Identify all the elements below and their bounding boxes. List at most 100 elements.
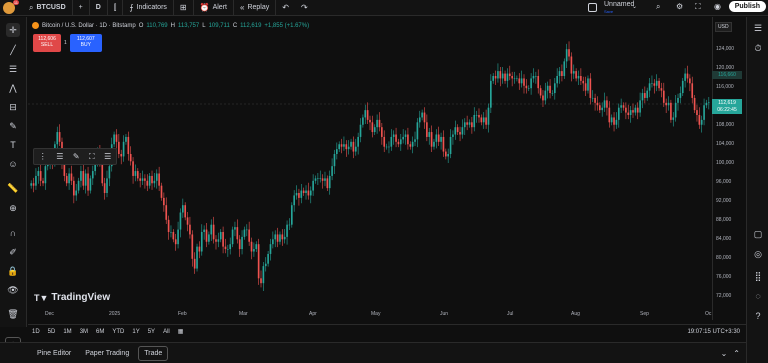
buy-button[interactable]: 112,607 BUY xyxy=(69,34,102,52)
keep-drawing-icon[interactable]: ✐ xyxy=(6,245,20,259)
publish-button[interactable]: Publish xyxy=(728,1,766,12)
apps-grid-icon[interactable]: ⣿ xyxy=(751,269,765,283)
range-button[interactable]: 5D xyxy=(44,329,60,335)
range-button[interactable]: 3M xyxy=(76,329,92,335)
pattern-icon[interactable]: ⋀ xyxy=(6,81,20,95)
settings-list-icon[interactable]: ☰ xyxy=(104,152,111,161)
candle-body xyxy=(295,193,298,196)
frame-icon[interactable]: ⛶ xyxy=(89,152,95,162)
tab-pine-editor[interactable]: Pine Editor xyxy=(32,347,76,360)
prediction-icon[interactable]: ⊟ xyxy=(6,100,20,114)
range-button[interactable]: YTD xyxy=(108,329,128,335)
alerts-clock-icon[interactable]: ⏱ xyxy=(751,41,765,55)
fib-icon[interactable]: ☰ xyxy=(6,62,20,76)
ideas-icon[interactable]: ◎ xyxy=(751,247,765,261)
add-symbol-button[interactable]: + xyxy=(73,0,90,16)
candle-body xyxy=(395,134,397,142)
sell-button[interactable]: 112,606 SELL xyxy=(33,34,61,52)
candle-body xyxy=(603,100,606,108)
templates-button[interactable]: ⊞ xyxy=(174,0,194,16)
crosshair-icon[interactable]: ✛ xyxy=(6,23,20,37)
indicators-button[interactable]: ⨍ Indicators xyxy=(123,0,174,16)
range-button[interactable]: 1M xyxy=(59,329,75,335)
quick-search-icon[interactable]: ⌕ xyxy=(656,2,660,12)
candle-body xyxy=(35,175,37,186)
candle-body xyxy=(608,107,611,123)
candle-body xyxy=(388,146,390,148)
candle-body xyxy=(390,136,393,147)
range-button[interactable]: 1Y xyxy=(128,329,143,335)
ruler-icon[interactable]: 📏 xyxy=(6,181,20,195)
time-tick-label: May xyxy=(371,311,381,317)
trend-line-icon[interactable]: ╱ xyxy=(6,43,20,57)
undo-button[interactable]: ↶ xyxy=(276,0,295,16)
candle-body xyxy=(411,141,414,147)
replay-button[interactable]: «Replay xyxy=(234,0,277,16)
candle-body xyxy=(617,107,620,120)
undo-icon: ↶ xyxy=(282,3,289,12)
candle-body xyxy=(516,78,518,80)
price-chart[interactable] xyxy=(28,17,712,320)
alert-button[interactable]: ⏰ Alert xyxy=(194,0,234,16)
lock-icon[interactable]: 🔒 xyxy=(6,264,20,278)
calendar-icon[interactable]: ▦ xyxy=(174,328,188,335)
brush-icon[interactable]: ✎ xyxy=(6,119,20,133)
clock-label[interactable]: 19:07:15 UTC+3:30 xyxy=(687,329,740,335)
candle-body xyxy=(504,73,506,81)
drag-handle-icon[interactable]: ⋮ xyxy=(39,152,47,161)
layout-icon[interactable] xyxy=(588,3,597,12)
text-icon[interactable]: T xyxy=(6,138,20,152)
candle-body xyxy=(601,107,604,111)
fullscreen-icon[interactable]: ⛶ xyxy=(695,2,701,12)
notifications-icon[interactable]: ◌ xyxy=(751,289,765,303)
range-button[interactable]: 1D xyxy=(28,329,44,335)
interval-button[interactable]: D xyxy=(90,0,108,16)
pen-icon[interactable]: ✎ xyxy=(73,152,80,161)
candle-body xyxy=(674,102,677,118)
collapse-icon[interactable]: ⌄ xyxy=(721,349,728,358)
range-button[interactable]: 6M xyxy=(92,329,108,335)
layout-name[interactable]: Unnamed Save xyxy=(604,1,634,15)
candle-body xyxy=(525,85,528,89)
maximize-icon[interactable]: ⌃ xyxy=(733,349,740,358)
trash-icon[interactable]: 🗑 xyxy=(6,307,20,321)
candle-body xyxy=(482,117,485,123)
candle-body xyxy=(587,78,589,91)
candle-body xyxy=(392,134,395,137)
chart-type-button[interactable]: ⫿ xyxy=(108,0,124,16)
emoji-icon[interactable]: ☺ xyxy=(6,157,20,171)
camera-icon[interactable]: ◉ xyxy=(714,2,721,11)
layout-dropdown-icon[interactable]: ⌄ xyxy=(632,3,637,10)
candle-body xyxy=(378,119,381,128)
watchlist-icon[interactable]: ☰ xyxy=(751,21,765,35)
currency-selector[interactable]: USD xyxy=(715,22,732,32)
symbol-search[interactable]: ⌕ BTCUSD xyxy=(23,0,73,16)
settings-icon[interactable]: ⚙ xyxy=(676,2,683,11)
candle-body xyxy=(487,107,490,125)
candle-body xyxy=(362,117,364,125)
tab-trade[interactable]: Trade xyxy=(138,345,169,361)
user-avatar[interactable]: 11 xyxy=(3,0,19,14)
hide-icon[interactable]: 👁 xyxy=(6,283,20,297)
template-icon[interactable]: ☰ xyxy=(56,152,63,161)
range-button[interactable]: 5Y xyxy=(144,329,159,335)
candle-body xyxy=(200,232,203,252)
tab-paper-trading[interactable]: Paper Trading xyxy=(80,347,134,360)
zoom-in-icon[interactable]: ⊕ xyxy=(6,201,20,215)
candle-body xyxy=(364,110,367,118)
redo-button[interactable]: ↷ xyxy=(295,0,314,16)
help-icon[interactable]: ? xyxy=(751,309,765,323)
candle-body xyxy=(165,205,168,220)
price-tick-label: 80,000 xyxy=(716,255,732,261)
magnet-icon[interactable]: ∩ xyxy=(6,226,20,240)
candle-body xyxy=(570,56,573,74)
top-toolbar: 11 ⌕ BTCUSD + D ⫿ ⨍ Indicators ⊞ ⏰ Alert «… xyxy=(0,0,768,16)
candle-body xyxy=(290,205,293,225)
range-button[interactable]: All xyxy=(159,329,174,335)
candle-body xyxy=(30,183,33,186)
candle-body xyxy=(205,229,208,242)
chat-icon[interactable]: ▢ xyxy=(751,227,765,241)
time-axis[interactable] xyxy=(28,309,712,321)
time-tick-label: Sep xyxy=(640,311,649,317)
candle-body xyxy=(77,180,80,191)
